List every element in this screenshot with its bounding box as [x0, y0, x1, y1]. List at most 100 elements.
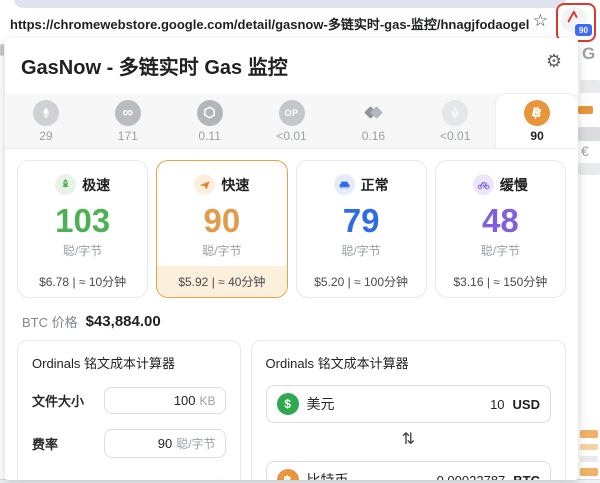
card-label: 缓慢 — [500, 175, 528, 195]
gas-value: 90 — [157, 202, 286, 240]
tab-gas-value: 0.11 — [198, 129, 220, 143]
cost-sats-value: 2,250,000 — [151, 478, 209, 480]
fee-rate-unit: 聪/字节 — [176, 435, 215, 452]
panel-title: Ordinals 铭文成本计算器 — [32, 353, 226, 372]
fee-rate-input[interactable] — [114, 436, 173, 451]
gas-value: 48 — [436, 202, 565, 240]
tab-optimism[interactable]: OP <0.01 — [251, 94, 333, 148]
btc-row: ฿ 比特币 BTC — [266, 461, 551, 480]
fee-rate-row: 费率 聪/字节 — [32, 428, 226, 458]
extension-badge: 90 — [574, 23, 593, 37]
settings-gear-icon[interactable]: ⚙ — [546, 51, 562, 72]
gas-unit: 聪/字节 — [157, 242, 286, 259]
usd-label: 美元 — [307, 394, 335, 414]
card-footer: $5.20 | ≈ 100分钟 — [297, 266, 426, 297]
background-page-block — [578, 127, 600, 141]
tab-gas-value: <0.01 — [276, 129, 306, 143]
tab-arbitrum[interactable]: 0.11 — [169, 94, 251, 148]
file-size-row: 文件大小 KB — [32, 385, 226, 415]
btc-icon: ฿ — [524, 100, 550, 126]
usd-row: $ 美元 USD — [266, 385, 551, 423]
speed-cards: 极速 103 聪/字节 $6.78 | ≈ 10分钟 快速 90 聪/字节 $5… — [5, 149, 578, 302]
converter-panel: Ordinals 铭文成本计算器 $ 美元 USD ⇅ ฿ 比特币 BTC ⇅ — [251, 340, 566, 480]
gas-unit: 聪/字节 — [297, 242, 426, 259]
file-size-input-box: KB — [104, 387, 226, 414]
btc-unit: BTC — [513, 473, 540, 481]
ordinals-calculator-panel: Ordinals 铭文成本计算器 文件大小 KB 费率 聪/字节 — [17, 340, 241, 480]
card-slow[interactable]: 缓慢 48 聪/字节 $3.16 | ≈ 150分钟 — [435, 160, 566, 298]
bookmark-star-icon[interactable]: ☆ — [533, 11, 548, 31]
gasnow-popup: GasNow - 多链实时 Gas 监控 ⚙ 29 ∞ 171 0.11 — [5, 38, 578, 480]
background-page-block — [580, 456, 598, 462]
dollar-icon: $ — [277, 393, 299, 415]
tab-bitcoin[interactable]: ฿ 90 — [496, 94, 578, 148]
tab-ethereum-2[interactable]: <0.01 — [414, 94, 496, 148]
url-text[interactable]: https://chromewebstore.google.com/detail… — [10, 14, 530, 33]
chain-tabs: 29 ∞ 171 0.11 OP <0.01 0.16 — [5, 94, 578, 149]
background-page-block — [580, 430, 598, 438]
file-size-input[interactable] — [114, 393, 196, 408]
card-fastest[interactable]: 极速 103 聪/字节 $6.78 | ≈ 10分钟 — [17, 160, 148, 298]
screen: G € https://chromewebstore.google.com/de… — [0, 0, 600, 483]
card-label: 快速 — [221, 175, 249, 195]
cost-sats-unit: 聪 — [214, 479, 226, 480]
extension-button[interactable]: 90 — [561, 7, 591, 35]
gas-value: 103 — [18, 202, 147, 240]
extension-highlight-box: 90 — [556, 3, 596, 42]
fee-rate-input-box: 聪/字节 — [104, 429, 226, 458]
btc-input[interactable] — [357, 473, 506, 481]
background-page-block — [580, 80, 600, 93]
background-page-letter: € — [581, 143, 589, 159]
tab-gas-value: 171 — [118, 129, 138, 143]
panel-title: Ordinals 铭文成本计算器 — [266, 353, 551, 372]
polygon-icon: ∞ — [115, 100, 141, 126]
fee-rate-label: 费率 — [32, 434, 58, 453]
card-footer: $3.16 | ≈ 150分钟 — [436, 266, 565, 297]
card-label: 正常 — [361, 175, 389, 195]
background-page-block — [0, 44, 4, 56]
file-size-unit: KB — [200, 394, 216, 408]
tab-ethereum[interactable]: 29 — [5, 94, 87, 148]
eth-outline-icon — [442, 100, 468, 126]
flame-icon — [566, 10, 580, 24]
card-fast-selected[interactable]: 快速 90 聪/字节 $5.92 | ≈ 40分钟 — [156, 160, 287, 298]
rocket-icon — [55, 174, 76, 195]
panels: Ordinals 铭文成本计算器 文件大小 KB 费率 聪/字节 — [5, 338, 578, 480]
btc-label: 比特币 — [307, 470, 349, 480]
btc-price-row: BTC 价格 $43,884.00 — [5, 302, 578, 338]
tab-zksync[interactable]: 0.16 — [332, 94, 414, 148]
card-footer: $6.78 | ≈ 10分钟 — [18, 266, 147, 297]
popup-header: GasNow - 多链实时 Gas 监控 ⚙ — [5, 38, 578, 86]
card-footer: $5.92 | ≈ 40分钟 — [157, 266, 286, 297]
background-page-block — [578, 163, 600, 175]
background-page-block — [580, 444, 598, 450]
car-icon — [334, 174, 355, 195]
bicycle-icon — [473, 174, 494, 195]
arbitrum-icon — [197, 100, 223, 126]
tab-gas-value: <0.01 — [440, 129, 470, 143]
background-page-block — [578, 106, 593, 114]
plane-icon — [194, 174, 215, 195]
tab-gas-value: 0.16 — [362, 129, 385, 143]
usd-unit: USD — [513, 397, 540, 412]
eth-icon — [33, 100, 59, 126]
file-size-label: 文件大小 — [32, 391, 84, 410]
cost-sats-row: 成本（聪） 2,250,000 聪 — [32, 471, 226, 480]
gas-unit: 聪/字节 — [18, 242, 147, 259]
url-bar[interactable]: https://chromewebstore.google.com/detail… — [0, 8, 600, 38]
gas-value: 79 — [297, 202, 426, 240]
bitcoin-icon: ฿ — [277, 469, 299, 480]
tab-gas-value: 29 — [39, 129, 52, 143]
card-normal[interactable]: 正常 79 聪/字节 $5.20 | ≈ 100分钟 — [296, 160, 427, 298]
tab-polygon[interactable]: ∞ 171 — [87, 94, 169, 148]
btc-price-value: $43,884.00 — [86, 313, 161, 330]
popup-title: GasNow - 多链实时 Gas 监控 — [21, 51, 562, 80]
gas-unit: 聪/字节 — [436, 242, 565, 259]
swap-icon[interactable]: ⇅ — [266, 432, 551, 448]
background-page-letter: G — [582, 44, 595, 64]
btc-price-label: BTC 价格 — [22, 312, 78, 331]
cost-sats-label: 成本（聪） — [32, 477, 97, 481]
browser-tab-strip — [14, 0, 566, 8]
optimism-icon: OP — [279, 100, 305, 126]
usd-input[interactable] — [343, 397, 505, 412]
